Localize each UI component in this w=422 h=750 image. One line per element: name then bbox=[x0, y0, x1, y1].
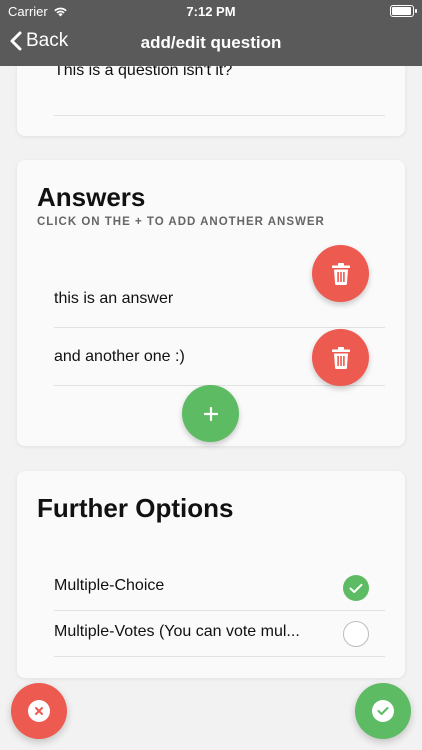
options-title: Further Options bbox=[37, 493, 234, 523]
option-label: Multiple-Choice bbox=[54, 577, 165, 594]
option-label: Multiple-Votes (You can vote mul... bbox=[54, 623, 300, 640]
status-time: 7:12 PM bbox=[186, 4, 236, 19]
app-header: Carrier 7:12 PM Back add/edit question bbox=[0, 0, 422, 66]
answer-row: and another one :) bbox=[54, 328, 385, 386]
trash-icon bbox=[331, 262, 350, 285]
x-icon bbox=[28, 700, 50, 722]
battery-icon bbox=[390, 5, 417, 17]
add-answer-button[interactable] bbox=[182, 385, 239, 442]
check-icon bbox=[372, 700, 394, 722]
answers-subtitle: CLICK ON THE + TO ADD ANOTHER ANSWER bbox=[37, 216, 325, 228]
answers-title: Answers bbox=[37, 182, 146, 212]
save-button[interactable] bbox=[355, 683, 411, 739]
trash-icon bbox=[331, 346, 350, 369]
question-underline bbox=[54, 115, 385, 116]
status-bar: Carrier 7:12 PM bbox=[0, 0, 422, 22]
navigation-bar: Back add/edit question bbox=[0, 22, 422, 66]
option-row-multiple-votes[interactable]: Multiple-Votes (You can vote mul... bbox=[54, 611, 385, 657]
answer-input[interactable]: and another one :) bbox=[54, 348, 185, 366]
multiple-votes-checkbox[interactable] bbox=[343, 621, 369, 647]
multiple-choice-checkbox[interactable] bbox=[343, 575, 369, 601]
answer-row: this is an answer bbox=[54, 245, 385, 328]
options-card: Further Options Multiple-Choice Multiple… bbox=[17, 471, 405, 678]
plus-icon bbox=[203, 406, 218, 421]
delete-answer-button[interactable] bbox=[312, 329, 369, 386]
answers-card: Answers CLICK ON THE + TO ADD ANOTHER AN… bbox=[17, 160, 405, 446]
check-icon bbox=[349, 583, 363, 593]
delete-answer-button[interactable] bbox=[312, 245, 369, 302]
page-title: add/edit question bbox=[140, 33, 282, 52]
cancel-button[interactable] bbox=[11, 683, 67, 739]
answer-input[interactable]: this is an answer bbox=[54, 290, 173, 308]
option-row-multiple-choice[interactable]: Multiple-Choice bbox=[54, 565, 385, 611]
